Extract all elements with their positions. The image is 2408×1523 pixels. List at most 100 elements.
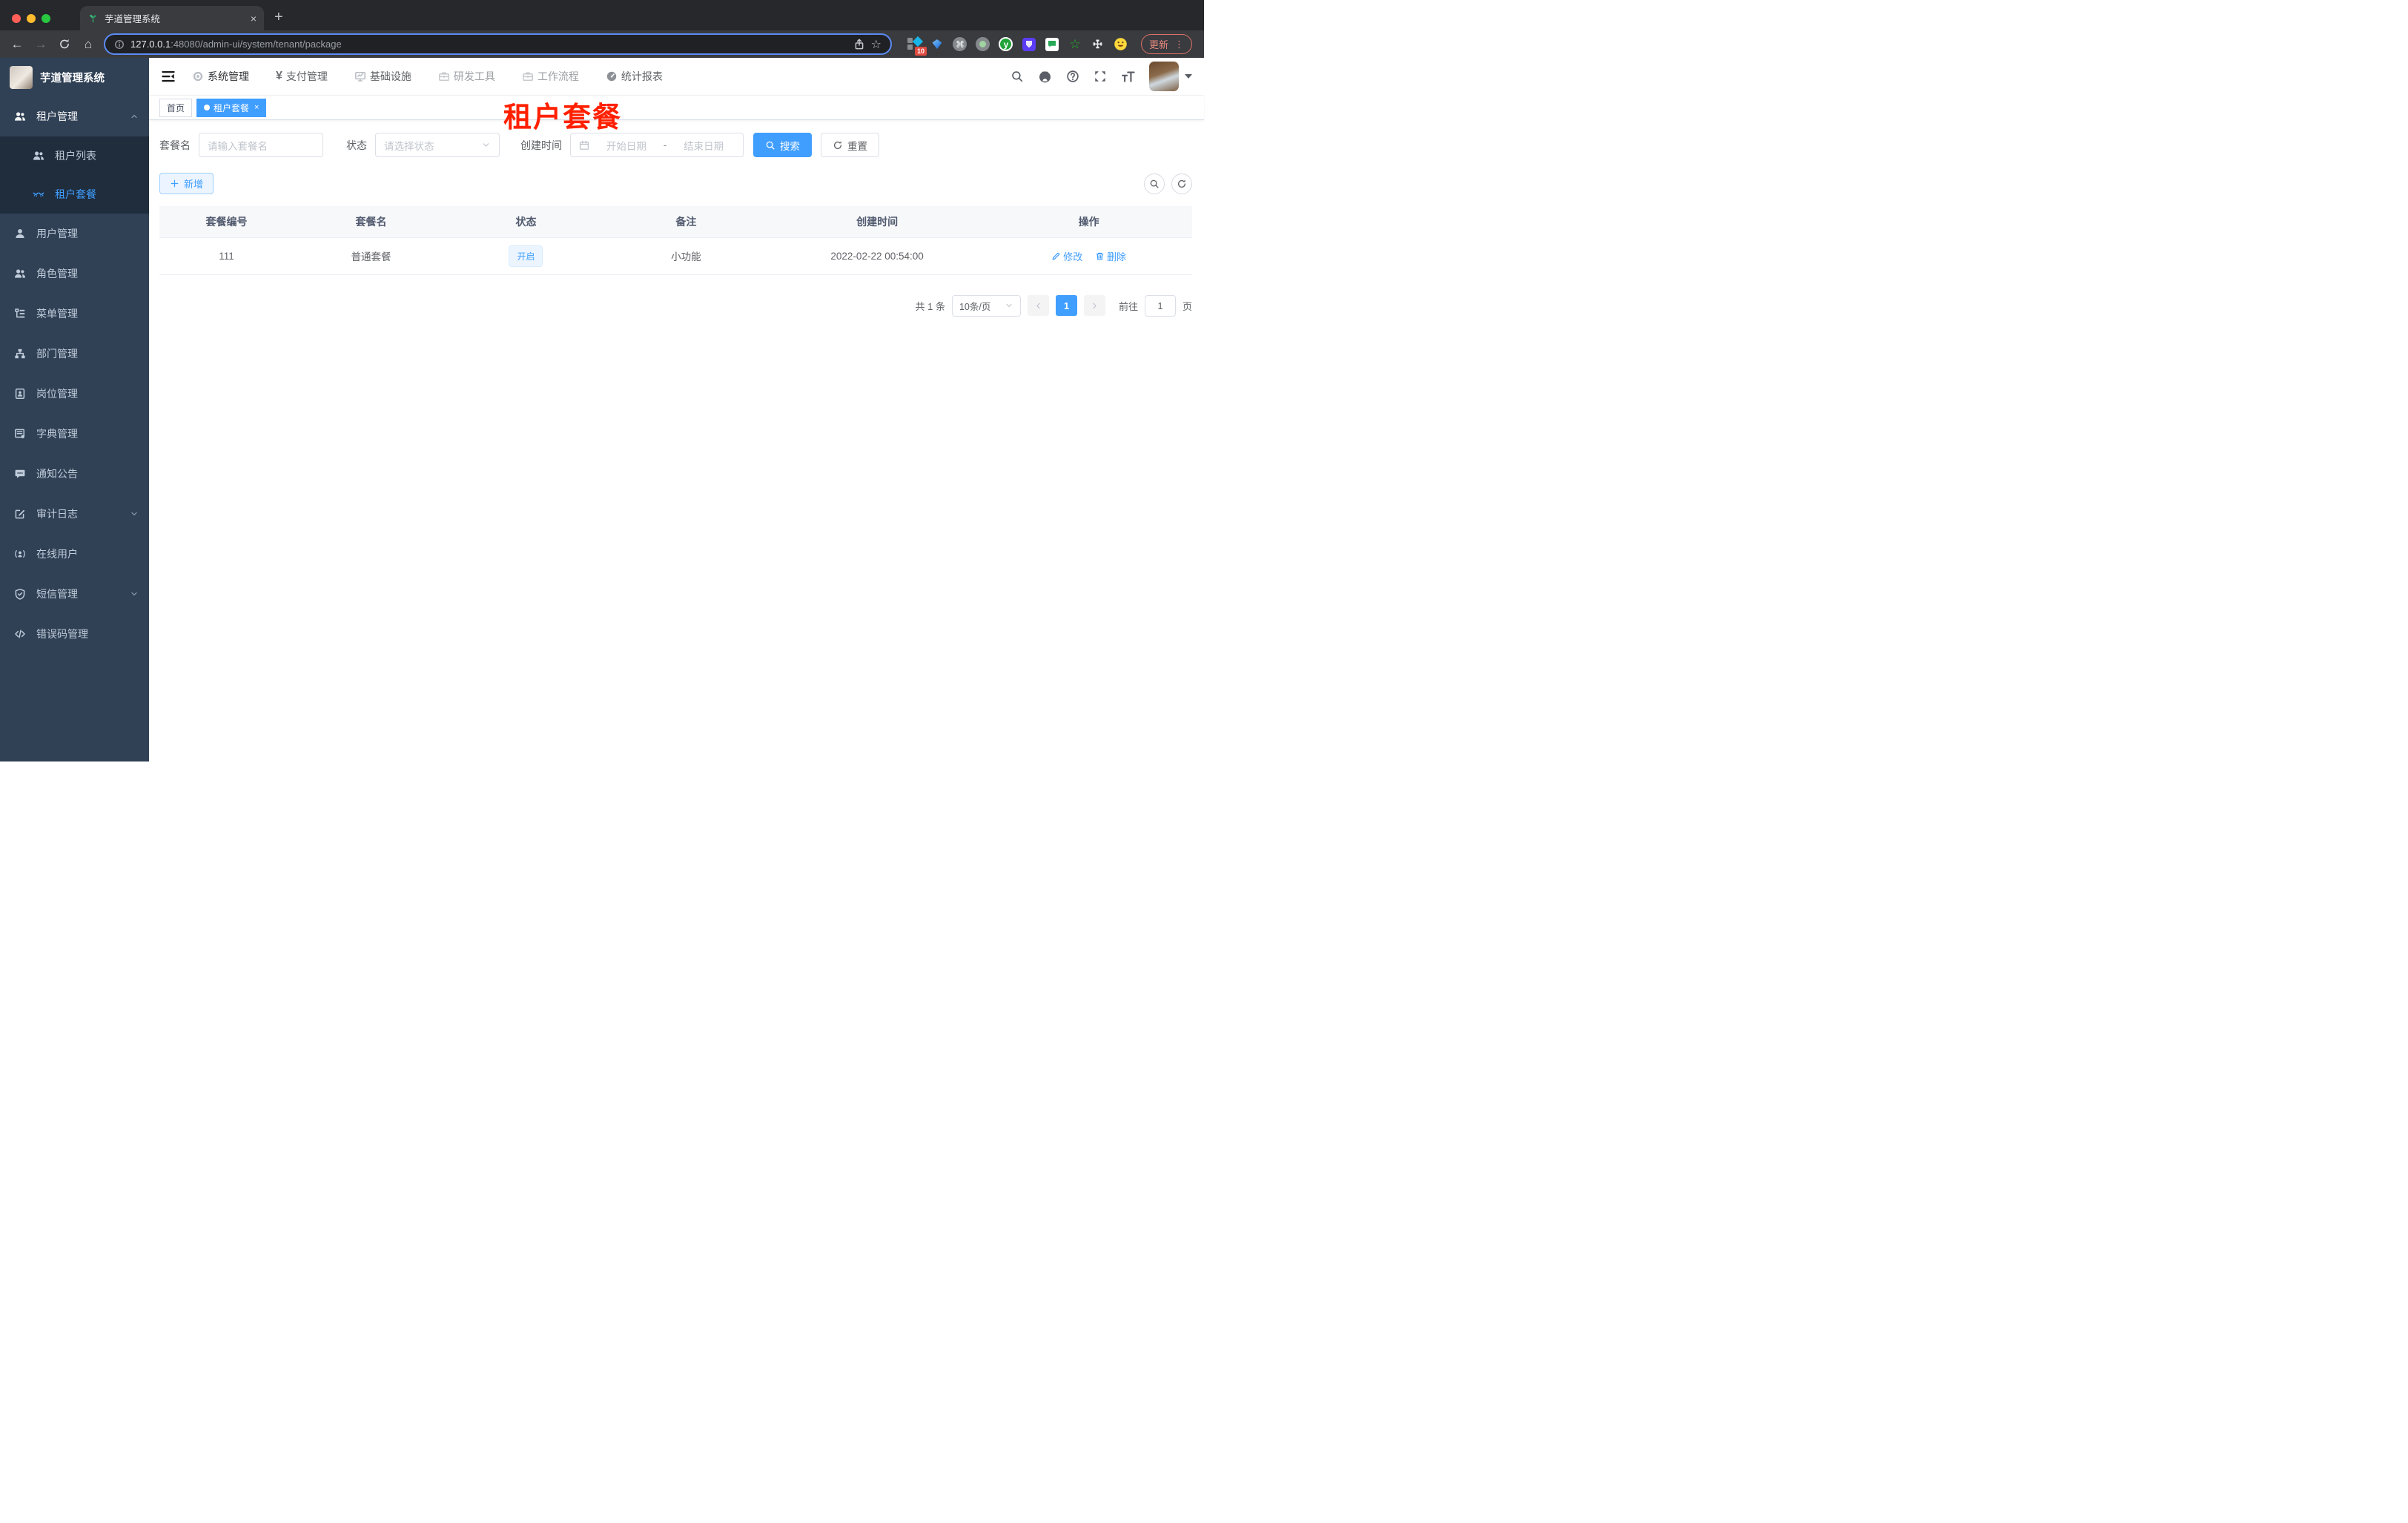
reload-icon[interactable]: [56, 38, 73, 50]
fullscreen-icon[interactable]: [1094, 70, 1107, 83]
extension-shield-icon[interactable]: [1022, 37, 1036, 52]
filter-form: 套餐名 请输入套餐名 状态 请选择状态 创建时间 开始日期 - 结束日期 搜索 …: [159, 133, 1192, 157]
sidebar-item-dept-management[interactable]: 部门管理: [0, 334, 149, 374]
extension-green-dot-icon[interactable]: [976, 37, 990, 52]
home-icon[interactable]: ⌂: [80, 37, 96, 52]
page-size-select[interactable]: 10条/页: [951, 294, 1021, 317]
github-icon[interactable]: [1038, 70, 1052, 84]
extension-y-icon[interactable]: y: [999, 37, 1013, 52]
edit-link[interactable]: 修改: [1051, 249, 1082, 263]
help-icon[interactable]: [1066, 70, 1079, 83]
site-info-icon[interactable]: [114, 39, 125, 50]
update-label: 更新: [1148, 39, 1168, 50]
sidebar-item-error-code[interactable]: 错误码管理: [0, 614, 149, 654]
delete-link[interactable]: 删除: [1095, 249, 1126, 263]
browser-chrome: 芋道管理系统 × + ← → ⌂ 127.0.0.1:48080/admin-u…: [0, 0, 1204, 58]
tags-view: 首页 租户套餐 ×: [149, 96, 1204, 120]
extension-star-icon[interactable]: ☆: [1068, 37, 1082, 52]
sidebar-item-sms-management[interactable]: 短信管理: [0, 574, 149, 614]
tag-close-icon[interactable]: ×: [254, 103, 259, 112]
online-signal-icon: [14, 548, 26, 560]
sidebar-item-tenant-management[interactable]: 租户管理: [0, 96, 149, 136]
code-icon: [14, 628, 26, 640]
message-icon: [14, 468, 26, 480]
search-icon[interactable]: [1010, 70, 1024, 83]
back-icon[interactable]: ←: [9, 37, 25, 52]
tab-title: 芋道管理系统: [105, 14, 161, 24]
url-host: 127.0.0.1: [130, 39, 171, 50]
monitor-icon: [354, 70, 366, 82]
cell-status: 开启: [449, 237, 603, 275]
profile-avatar-icon[interactable]: [1114, 37, 1128, 52]
tab-statistics[interactable]: 统计报表: [606, 69, 663, 84]
sidebar-item-online-users[interactable]: 在线用户: [0, 534, 149, 574]
zoom-window-button[interactable]: [42, 13, 50, 23]
sidebar-logo: 芋道管理系统: [0, 58, 149, 96]
page-content: 套餐名 请输入套餐名 状态 请选择状态 创建时间 开始日期 - 结束日期 搜索 …: [149, 120, 1204, 762]
browser-menu-dots-icon[interactable]: ⋮: [1174, 39, 1184, 50]
tab-dev-tools[interactable]: 研发工具: [438, 69, 495, 84]
browser-update-button[interactable]: 更新 ⋮: [1140, 34, 1192, 54]
show-search-toggle-button[interactable]: [1144, 173, 1165, 194]
org-chart-icon: [14, 348, 26, 360]
sidebar-item-audit-log[interactable]: 审计日志: [0, 494, 149, 534]
new-tab-button[interactable]: +: [274, 9, 283, 26]
traffic-lights: [0, 6, 62, 30]
goto-page-input[interactable]: [1144, 294, 1176, 317]
user-avatar-menu[interactable]: [1149, 62, 1192, 91]
sidebar-item-role-management[interactable]: 角色管理: [0, 254, 149, 294]
browser-tab[interactable]: 芋道管理系统 ×: [80, 6, 264, 30]
tab-payment-management[interactable]: ¥ 支付管理: [276, 69, 328, 84]
sidebar-item-notice[interactable]: 通知公告: [0, 454, 149, 494]
url-text[interactable]: 127.0.0.1:48080/admin-ui/system/tenant/p…: [130, 39, 847, 50]
url-bar[interactable]: 127.0.0.1:48080/admin-ui/system/tenant/p…: [104, 33, 892, 55]
goto-label: 前往: [1118, 300, 1138, 312]
extension-gem-icon[interactable]: [930, 37, 945, 52]
refresh-icon: [833, 140, 843, 151]
package-name-input[interactable]: 请输入套餐名: [199, 133, 323, 157]
tag-tenant-package[interactable]: 租户套餐 ×: [196, 98, 267, 117]
logo-title: 芋道管理系统: [40, 72, 105, 85]
extension-tiles-icon[interactable]: 10: [907, 36, 927, 56]
forward-icon[interactable]: →: [33, 37, 49, 52]
plus-icon: [170, 179, 179, 188]
briefcase-icon: [438, 70, 450, 82]
refresh-table-button[interactable]: [1171, 173, 1192, 194]
sidebar-menu: 租户管理 租户列表 租户套餐 用户管理 角色管理 菜单管理 部门管理 岗位管理 …: [0, 96, 149, 762]
tab-close-icon[interactable]: ×: [251, 13, 257, 24]
tab-system-management[interactable]: 系统管理: [192, 69, 249, 84]
sidebar-item-post-management[interactable]: 岗位管理: [0, 374, 149, 414]
users-icon: [33, 150, 44, 162]
sidebar-item-tenant-package[interactable]: 租户套餐: [0, 175, 149, 214]
extension-command-icon[interactable]: ⌘: [953, 37, 968, 52]
sidebar-item-menu-management[interactable]: 菜单管理: [0, 294, 149, 334]
sidebar-collapse-icon[interactable]: [161, 69, 176, 84]
next-page-button[interactable]: [1083, 295, 1105, 316]
extension-chat-icon[interactable]: [1045, 37, 1059, 52]
close-window-button[interactable]: [12, 13, 21, 23]
prev-page-button[interactable]: [1027, 295, 1049, 316]
bookmark-star-icon[interactable]: ☆: [871, 37, 882, 52]
tag-home[interactable]: 首页: [159, 98, 193, 117]
calendar-icon: [579, 140, 589, 151]
font-size-icon[interactable]: [1121, 70, 1135, 84]
avatar[interactable]: [1149, 62, 1179, 91]
tab-infrastructure[interactable]: 基础设施: [354, 69, 411, 84]
date-range-picker[interactable]: 开始日期 - 结束日期: [570, 133, 744, 157]
logo-avatar-image: [10, 65, 33, 89]
sidebar-item-tenant-list[interactable]: 租户列表: [0, 136, 149, 175]
search-button[interactable]: 搜索: [753, 133, 812, 157]
dictionary-icon: [14, 428, 26, 440]
current-page-button[interactable]: 1: [1055, 295, 1077, 316]
extensions-puzzle-icon[interactable]: [1091, 37, 1105, 52]
minimize-window-button[interactable]: [27, 13, 36, 23]
reset-button[interactable]: 重置: [821, 133, 879, 157]
extension-badge: 10: [914, 46, 927, 56]
status-select[interactable]: 请选择状态: [375, 133, 500, 157]
tab-workflow[interactable]: 工作流程: [522, 69, 579, 84]
sidebar-item-dict-management[interactable]: 字典管理: [0, 414, 149, 454]
sidebar-item-user-management[interactable]: 用户管理: [0, 214, 149, 254]
gear-icon: [192, 70, 204, 82]
share-icon[interactable]: [853, 39, 865, 50]
add-button[interactable]: 新增: [159, 173, 214, 194]
